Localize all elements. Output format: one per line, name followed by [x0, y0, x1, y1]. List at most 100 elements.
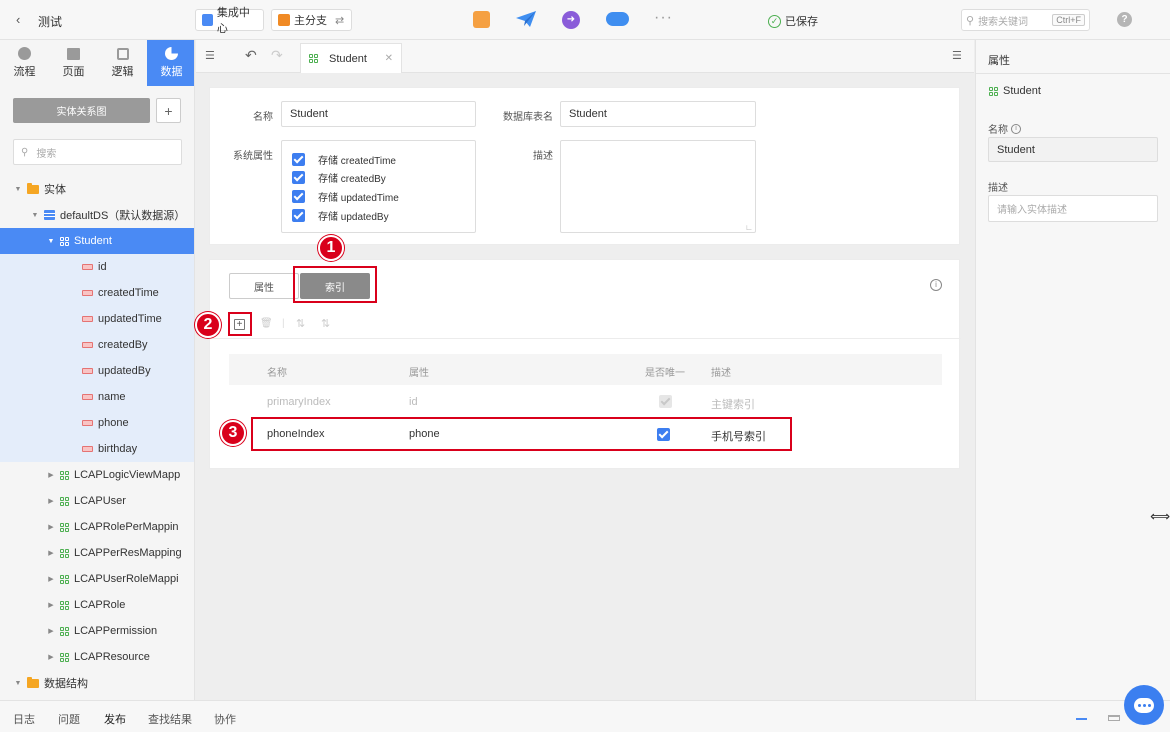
- checkbox-updated-by[interactable]: 存储 updatedBy: [292, 206, 389, 224]
- column-header-description: 描述: [711, 368, 731, 379]
- tab-properties[interactable]: 属性: [229, 273, 299, 299]
- help-icon[interactable]: ?: [1117, 12, 1132, 27]
- inspector-description-input[interactable]: 请输入实体描述: [988, 195, 1158, 222]
- chevron-right-icon[interactable]: ▶: [46, 471, 56, 479]
- deploy-icon[interactable]: ➜: [562, 11, 580, 29]
- chevron-right-icon[interactable]: ▶: [46, 549, 56, 557]
- tree-field-item[interactable]: birthday: [0, 436, 194, 462]
- maximize-icon[interactable]: [1108, 715, 1120, 721]
- tree-item-label: LCAPRole: [74, 599, 126, 611]
- move-down-icon[interactable]: ⇅: [321, 317, 330, 330]
- tree-field-item[interactable]: phone: [0, 410, 194, 436]
- undo-icon[interactable]: ↶: [245, 47, 257, 64]
- more-icon[interactable]: ···: [654, 9, 673, 27]
- tree-item-label: LCAPUser: [74, 495, 126, 507]
- tree-item[interactable]: ▶ LCAPPerResMapping: [0, 540, 194, 566]
- checkbox-created-by[interactable]: 存储 createdBy: [292, 168, 386, 186]
- inspector-entity: Student: [989, 85, 1041, 97]
- integration-center-button[interactable]: 集成中心: [195, 7, 264, 35]
- tree-item-label: updatedBy: [98, 365, 151, 377]
- minimize-icon[interactable]: [1076, 718, 1087, 720]
- collapse-left-icon[interactable]: ☰: [205, 49, 215, 62]
- tree-item[interactable]: ▶ LCAPRolePerMappin: [0, 514, 194, 540]
- checkbox-updated-time[interactable]: 存储 updatedTime: [292, 187, 399, 205]
- bottom-tab-collaborate[interactable]: 协作: [214, 711, 236, 727]
- bottom-bar: 日志 问题 发布 查找结果 协作: [0, 700, 1170, 732]
- chevron-right-icon[interactable]: ▶: [46, 575, 56, 583]
- inspector-title: 属性: [988, 55, 1010, 67]
- tree-field-item[interactable]: id: [0, 254, 194, 280]
- chevron-right-icon[interactable]: ▶: [46, 627, 56, 635]
- table-name-input[interactable]: Student: [560, 101, 756, 127]
- nav-tab-data[interactable]: 数据: [147, 40, 194, 86]
- bottom-tab-problems[interactable]: 问题: [58, 711, 80, 727]
- chat-bubble-button[interactable]: [1124, 685, 1164, 725]
- delete-icon[interactable]: 🗑: [260, 318, 273, 329]
- nav-tab-flow[interactable]: 流程: [0, 40, 49, 86]
- tree-field-item[interactable]: createdTime: [0, 280, 194, 306]
- field-icon: [82, 420, 93, 426]
- tree-item[interactable]: ▶ LCAPRole: [0, 592, 194, 618]
- resize-arrow-icon[interactable]: ⟺: [1150, 508, 1170, 525]
- entity-icon: [60, 652, 69, 662]
- unique-checkbox: [659, 395, 672, 408]
- chevron-down-icon[interactable]: ▼: [46, 238, 56, 245]
- name-input[interactable]: Student: [281, 101, 476, 127]
- add-button[interactable]: +: [156, 98, 181, 123]
- check-circle-icon: ✓: [768, 14, 781, 28]
- tree-item[interactable]: ▼ 数据结构: [0, 670, 194, 696]
- info-icon[interactable]: i: [930, 279, 942, 291]
- column-header-property: 属性: [409, 368, 429, 379]
- er-diagram-button[interactable]: 实体关系图: [13, 98, 150, 123]
- nav-tab-page[interactable]: 页面: [49, 40, 98, 86]
- tree-item-label: updatedTime: [98, 313, 162, 325]
- chevron-down-icon[interactable]: ▼: [13, 680, 23, 687]
- editor-toolbar: ☰ ↶ ↷ Student ✕ ☰: [196, 40, 974, 73]
- tree-field-item[interactable]: name: [0, 384, 194, 410]
- saved-indicator: ✓ 已保存: [768, 13, 818, 29]
- project-title: 测试: [38, 15, 63, 29]
- tree-item[interactable]: ▼ 实体: [0, 176, 194, 202]
- entity-form-card: 名称 Student 数据库表名 Student 系统属性 存储 created…: [209, 87, 960, 245]
- chevron-right-icon[interactable]: ▶: [46, 653, 56, 661]
- tree-item[interactable]: ▶ LCAPUserRoleMappi: [0, 566, 194, 592]
- tree-search-input[interactable]: ⚲ 搜索: [13, 139, 182, 165]
- chevron-down-icon[interactable]: ▼: [30, 212, 40, 219]
- inspector-name-input[interactable]: Student: [988, 137, 1158, 162]
- redo-icon[interactable]: ↷: [271, 47, 283, 64]
- move-up-icon[interactable]: ⇅: [296, 317, 305, 330]
- back-icon[interactable]: ‹: [16, 12, 20, 27]
- tree-item[interactable]: ▼ Student: [0, 228, 194, 254]
- collapse-right-icon[interactable]: ☰: [952, 49, 962, 62]
- checkbox-created-time[interactable]: 存储 createdTime: [292, 150, 396, 168]
- tree-item[interactable]: ▼ defaultDS（默认数据源）: [0, 202, 194, 228]
- tab-student[interactable]: Student ✕: [300, 43, 402, 73]
- tree-field-item[interactable]: updatedBy: [0, 358, 194, 384]
- search-icon: ⚲: [966, 14, 975, 27]
- description-textarea[interactable]: ∟: [560, 140, 756, 233]
- index-table-header: 名称 属性 是否唯一 描述: [229, 354, 942, 385]
- branch-selector[interactable]: 主分支 ⇄: [271, 9, 352, 31]
- bottom-tab-find-results[interactable]: 查找结果: [148, 711, 192, 727]
- publish-icon[interactable]: [515, 10, 537, 31]
- tree-item[interactable]: ▶ LCAPUser: [0, 488, 194, 514]
- pie-chart-icon: [165, 47, 178, 60]
- tree-item[interactable]: ▶ LCAPPermission: [0, 618, 194, 644]
- tree-item[interactable]: ▶ LCAPResource: [0, 644, 194, 670]
- nav-tab-logic[interactable]: 逻辑: [98, 40, 147, 86]
- close-icon[interactable]: ✕: [385, 53, 393, 64]
- tree-field-item[interactable]: updatedTime: [0, 306, 194, 332]
- index-property-cell: id: [409, 396, 418, 408]
- chevron-right-icon[interactable]: ▶: [46, 601, 56, 609]
- preview-icon[interactable]: [473, 11, 490, 28]
- global-search[interactable]: ⚲ 搜索关键词 Ctrl+F: [961, 9, 1090, 31]
- tree-field-item[interactable]: createdBy: [0, 332, 194, 358]
- bottom-tab-log[interactable]: 日志: [13, 711, 35, 727]
- chevron-down-icon[interactable]: ▼: [13, 186, 23, 193]
- chevron-right-icon[interactable]: ▶: [46, 497, 56, 505]
- tree-item[interactable]: ▶ LCAPLogicViewMapp: [0, 462, 194, 488]
- bottom-tab-publish[interactable]: 发布: [104, 711, 126, 727]
- cloud-icon[interactable]: [606, 12, 629, 26]
- info-icon[interactable]: i: [1011, 123, 1021, 134]
- chevron-right-icon[interactable]: ▶: [46, 523, 56, 531]
